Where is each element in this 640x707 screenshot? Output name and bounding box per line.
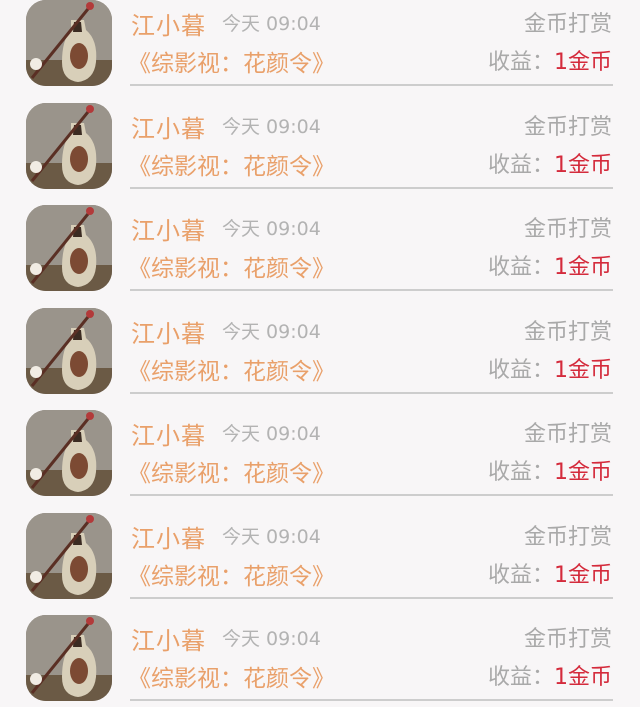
reward-type: 金币打赏: [523, 627, 612, 652]
scrollbar[interactable]: [634, 0, 640, 707]
income-info: 收益：1金币: [488, 44, 612, 76]
income-amount: 1金币: [554, 665, 612, 690]
user-name: 江小暮: [131, 524, 206, 553]
vase-hairpin-avatar-image: [26, 102, 112, 189]
user-name: 江小暮: [131, 422, 206, 450]
income-amount: 1金币: [554, 460, 612, 485]
reward-record-row[interactable]: 江小暮 今天 09:04 金币打赏 《综影视：花颜令》 收益：1金币: [0, 292, 640, 395]
book-title-link[interactable]: 《综影视：花颜令》: [128, 147, 335, 181]
book-title-link[interactable]: 《综影视：花颜令》: [128, 454, 335, 488]
income-amount: 1金币: [554, 357, 612, 383]
reward-time: 今天 09:04: [222, 423, 321, 445]
income-info: 收益：1金币: [488, 249, 612, 281]
income-info: 收益：1金币: [488, 147, 612, 179]
reward-time: 今天 09:04: [222, 320, 321, 343]
book-title-link[interactable]: 《综影视：花颜令》: [128, 44, 335, 78]
user-name: 江小暮: [131, 627, 206, 655]
income-label: 收益：: [487, 562, 554, 588]
vase-hairpin-avatar-image: [26, 512, 112, 599]
reward-time: 今天 09:04: [222, 628, 321, 650]
user-avatar[interactable]: [26, 307, 112, 394]
reward-history-screen: { "records": [ {"name": "江小暮", "time": "…: [0, 0, 640, 707]
user-avatar[interactable]: [26, 205, 112, 291]
book-title-link[interactable]: 《综影视：花颜令》: [128, 352, 335, 386]
book-title-link[interactable]: 《综影视：花颜令》: [128, 557, 335, 591]
vase-hairpin-avatar-image: [26, 0, 112, 86]
income-info: 收益：1金币: [488, 557, 612, 589]
user-name: 江小暮: [131, 114, 206, 143]
vase-hairpin-avatar-image: [26, 410, 112, 496]
reward-record-row[interactable]: 江小暮 今天 09:04 金币打赏 《综影视：花颜令》 收益：1金币: [0, 87, 640, 190]
income-label: 收益：: [487, 255, 554, 280]
user-avatar[interactable]: [26, 512, 112, 599]
book-title-link[interactable]: 《综影视：花颜令》: [128, 659, 335, 693]
reward-record-row[interactable]: 江小暮 今天 09:04 金币打赏 《综影视：花颜令》 收益：1金币: [0, 599, 640, 702]
income-label: 收益：: [487, 665, 554, 690]
reward-record-row[interactable]: 江小暮 今天 09:04 金币打赏 《综影视：花颜令》 收益：1金币: [0, 0, 640, 87]
vase-hairpin-avatar-image: [26, 205, 112, 291]
user-avatar[interactable]: [26, 0, 112, 86]
income-amount: 1金币: [554, 255, 612, 280]
reward-record-list: 江小暮 今天 09:04 金币打赏 《综影视：花颜令》 收益：1金币 江小暮 今…: [0, 0, 640, 702]
income-amount: 1金币: [554, 152, 612, 178]
row-divider: [130, 699, 613, 701]
user-name: 江小暮: [131, 319, 206, 348]
book-title-link[interactable]: 《综影视：花颜令》: [128, 249, 335, 283]
income-amount: 1金币: [554, 562, 612, 588]
income-info: 收益：1金币: [488, 352, 612, 384]
reward-type: 金币打赏: [523, 319, 612, 345]
user-avatar[interactable]: [26, 102, 112, 189]
income-amount: 1金币: [554, 50, 612, 75]
reward-time: 今天 09:04: [222, 218, 321, 240]
vase-hairpin-avatar-image: [26, 307, 112, 394]
reward-time: 今天 09:04: [222, 13, 321, 35]
income-label: 收益：: [487, 460, 554, 485]
reward-type: 金币打赏: [523, 422, 612, 447]
user-avatar[interactable]: [26, 615, 112, 701]
user-avatar[interactable]: [26, 410, 112, 496]
reward-record-row[interactable]: 江小暮 今天 09:04 金币打赏 《综影视：花颜令》 收益：1金币: [0, 189, 640, 292]
reward-record-row[interactable]: 江小暮 今天 09:04 金币打赏 《综影视：花颜令》 收益：1金币: [0, 394, 640, 497]
reward-time: 今天 09:04: [222, 525, 321, 548]
income-label: 收益：: [487, 152, 554, 178]
reward-time: 今天 09:04: [222, 115, 321, 138]
reward-type: 金币打赏: [523, 12, 612, 37]
reward-record-row[interactable]: 江小暮 今天 09:04 金币打赏 《综影视：花颜令》 收益：1金币: [0, 497, 640, 600]
reward-type: 金币打赏: [523, 217, 612, 242]
reward-type: 金币打赏: [523, 114, 612, 140]
income-label: 收益：: [487, 357, 554, 383]
user-name: 江小暮: [131, 12, 206, 40]
income-label: 收益：: [487, 50, 554, 75]
vase-hairpin-avatar-image: [26, 615, 112, 701]
income-info: 收益：1金币: [488, 659, 612, 691]
income-info: 收益：1金币: [488, 454, 612, 486]
user-name: 江小暮: [131, 217, 206, 245]
reward-type: 金币打赏: [523, 524, 612, 550]
